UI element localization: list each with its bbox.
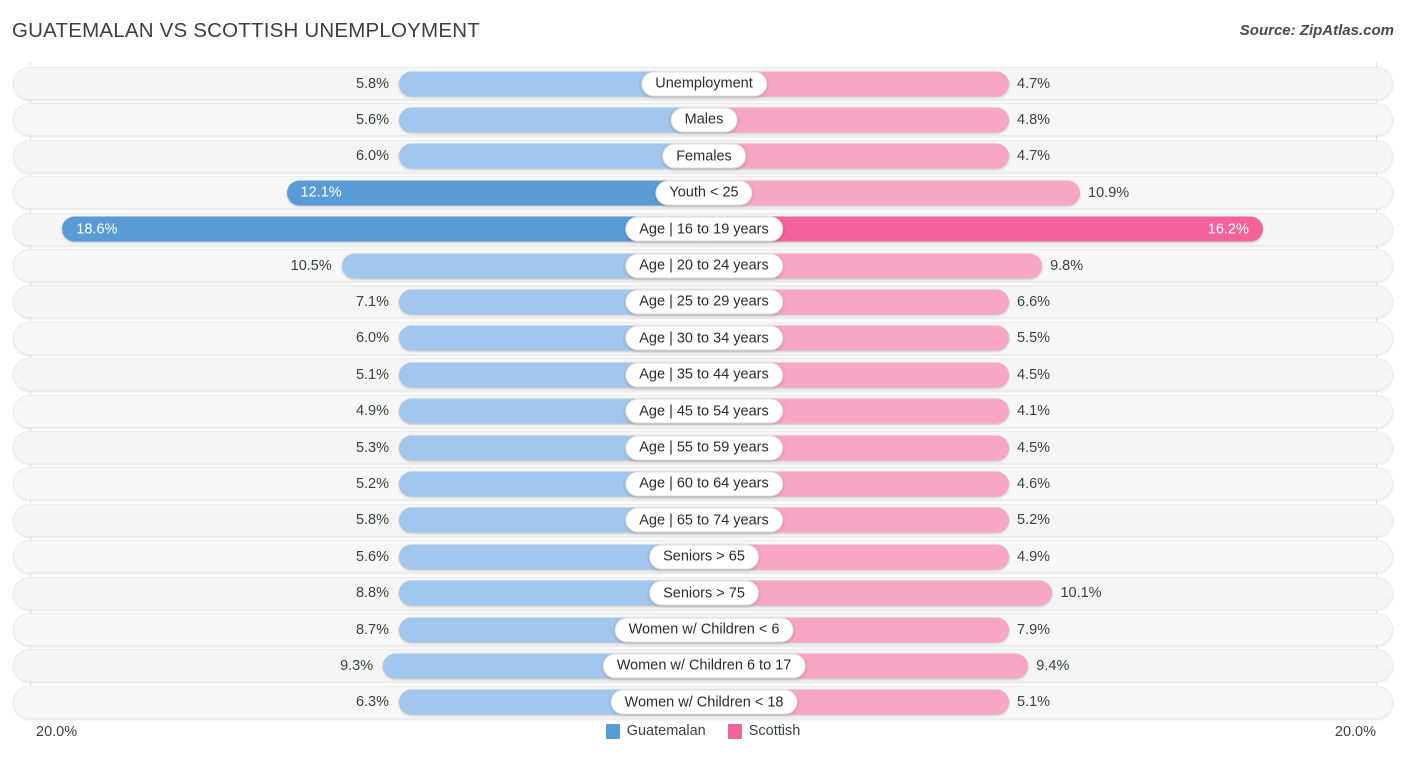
value-label-guatemalan: 8.8%	[355, 585, 389, 602]
value-label-scottish: 6.6%	[1017, 293, 1051, 310]
category-label-pill: Females	[662, 143, 746, 169]
value-label-guatemalan: 6.3%	[355, 694, 389, 711]
category-label-pill: Age | 35 to 44 years	[625, 362, 783, 388]
value-label-scottish: 4.6%	[1017, 475, 1051, 492]
table-row[interactable]: 6.0% 4.7% Females	[13, 139, 1393, 173]
value-label-scottish: 4.5%	[1017, 439, 1051, 456]
table-row[interactable]: 5.8% 5.2% Age | 65 to 74 years	[13, 503, 1393, 537]
value-label-guatemalan: 5.6%	[355, 111, 389, 128]
category-label-pill: Women w/ Children < 18	[610, 689, 798, 715]
chart-canvas: GUATEMALAN VS SCOTTISH UNEMPLOYMENT Sour…	[0, 0, 1406, 757]
category-label-pill: Age | 45 to 54 years	[625, 398, 783, 424]
bar-guatemalan	[399, 143, 704, 169]
category-label-pill: Seniors > 75	[649, 580, 759, 606]
value-label-scottish: 5.5%	[1017, 330, 1051, 347]
table-row[interactable]: 6.3% 5.1% Women w/ Children < 18	[13, 685, 1393, 719]
value-label-scottish: 4.7%	[1017, 75, 1051, 92]
value-label-guatemalan: 5.2%	[355, 475, 389, 492]
value-label-guatemalan: 5.1%	[355, 366, 389, 383]
value-label-scottish: 9.4%	[1036, 657, 1070, 674]
legend-label: Guatemalan	[626, 723, 706, 739]
value-label-scottish: 4.9%	[1017, 548, 1051, 565]
category-label-pill: Women w/ Children 6 to 17	[602, 653, 806, 679]
value-label-guatemalan: 8.7%	[355, 621, 389, 638]
value-label-guatemalan: 9.3%	[340, 657, 374, 674]
category-label-pill: Males	[670, 107, 738, 133]
value-label-scottish: 10.1%	[1060, 585, 1102, 602]
table-row[interactable]: 5.6% 4.8% Males	[13, 103, 1393, 137]
value-label-guatemalan: 6.0%	[355, 148, 389, 165]
value-label-scottish: 16.2%	[1207, 221, 1249, 238]
value-label-scottish: 4.1%	[1017, 403, 1051, 420]
category-label-pill: Age | 20 to 24 years	[625, 253, 783, 278]
plot-area: 5.8% 4.7% Unemployment 5.6% 4.8% Males 6.0% 4.7…	[13, 62, 1393, 719]
value-label-guatemalan: 12.1%	[300, 184, 342, 201]
category-label-pill: Age | 25 to 29 years	[625, 289, 783, 315]
table-row[interactable]: 5.6% 4.9% Seniors > 65	[13, 540, 1393, 574]
category-label-pill: Age | 60 to 64 years	[625, 471, 783, 497]
table-row[interactable]: 9.3% 9.4% Women w/ Children 6 to 17	[13, 649, 1393, 683]
value-label-scottish: 7.9%	[1017, 621, 1051, 638]
bar-guatemalan: 12.1%	[286, 180, 704, 206]
value-label-guatemalan: 4.9%	[355, 403, 389, 420]
value-label-scottish: 4.8%	[1017, 111, 1051, 128]
table-row[interactable]: 10.5% 9.8% Age | 20 to 24 years	[13, 249, 1393, 282]
value-label-guatemalan: 5.8%	[355, 75, 389, 92]
table-row[interactable]: 5.3% 4.5% Age | 55 to 59 years	[13, 431, 1393, 464]
value-label-scottish: 4.5%	[1017, 366, 1051, 383]
bar-guatemalan	[399, 107, 704, 133]
category-label-pill: Age | 16 to 19 years	[625, 216, 783, 242]
bar-scottish	[704, 180, 1081, 206]
category-label-pill: Age | 55 to 59 years	[625, 435, 783, 460]
source-attribution: Source: ZipAtlas.com	[1239, 22, 1394, 39]
table-row[interactable]: 5.2% 4.6% Age | 60 to 64 years	[13, 467, 1393, 501]
legend-item-scottish[interactable]: Scottish	[727, 723, 801, 739]
value-label-guatemalan: 7.1%	[355, 293, 389, 310]
chart-legend: Guatemalan Scottish	[0, 723, 1406, 739]
value-label-guatemalan: 5.3%	[355, 439, 389, 456]
category-label-pill: Age | 30 to 34 years	[625, 325, 783, 351]
table-row[interactable]: 18.6% 16.2% Age | 16 to 19 years	[13, 212, 1393, 246]
value-label-guatemalan: 6.0%	[355, 330, 389, 347]
category-label-pill: Unemployment	[641, 71, 767, 96]
legend-swatch-icon	[727, 723, 742, 739]
bar-guatemalan: 18.6%	[62, 216, 704, 242]
category-label-pill: Age | 65 to 74 years	[625, 507, 783, 533]
value-label-scottish: 5.1%	[1017, 694, 1051, 711]
value-label-scottish: 10.9%	[1088, 184, 1130, 201]
value-label-guatemalan: 10.5%	[290, 257, 332, 274]
bar-scottish	[704, 143, 1009, 169]
category-label-pill: Seniors > 65	[649, 544, 759, 570]
table-row[interactable]: 7.1% 6.6% Age | 25 to 29 years	[13, 285, 1393, 319]
value-label-scottish: 5.2%	[1017, 512, 1051, 529]
value-label-guatemalan: 5.6%	[355, 548, 389, 565]
legend-label: Scottish	[748, 723, 801, 739]
value-label-scottish: 4.7%	[1017, 148, 1051, 165]
table-row[interactable]: 5.1% 4.5% Age | 35 to 44 years	[13, 358, 1393, 392]
table-row[interactable]: 6.0% 5.5% Age | 30 to 34 years	[13, 321, 1393, 355]
value-label-guatemalan: 5.8%	[355, 512, 389, 529]
category-label-pill: Youth < 25	[655, 180, 753, 206]
bar-scottish	[704, 107, 1009, 133]
table-row[interactable]: 5.8% 4.7% Unemployment	[13, 67, 1393, 100]
value-label-guatemalan: 18.6%	[76, 221, 118, 238]
table-row[interactable]: 4.9% 4.1% Age | 45 to 54 years	[13, 394, 1393, 428]
page-title: GUATEMALAN VS SCOTTISH UNEMPLOYMENT	[12, 19, 480, 42]
category-label-pill: Women w/ Children < 6	[614, 617, 794, 642]
table-row[interactable]: 8.7% 7.9% Women w/ Children < 6	[13, 613, 1393, 646]
legend-swatch-icon	[605, 723, 620, 739]
table-row[interactable]: 10.9% 12.1% Youth < 25	[13, 176, 1393, 210]
legend-item-guatemalan[interactable]: Guatemalan	[605, 723, 706, 739]
table-row[interactable]: 8.8% 10.1% Seniors > 75	[13, 576, 1393, 610]
bar-scottish: 16.2%	[704, 216, 1263, 242]
value-label-scottish: 9.8%	[1050, 257, 1084, 274]
